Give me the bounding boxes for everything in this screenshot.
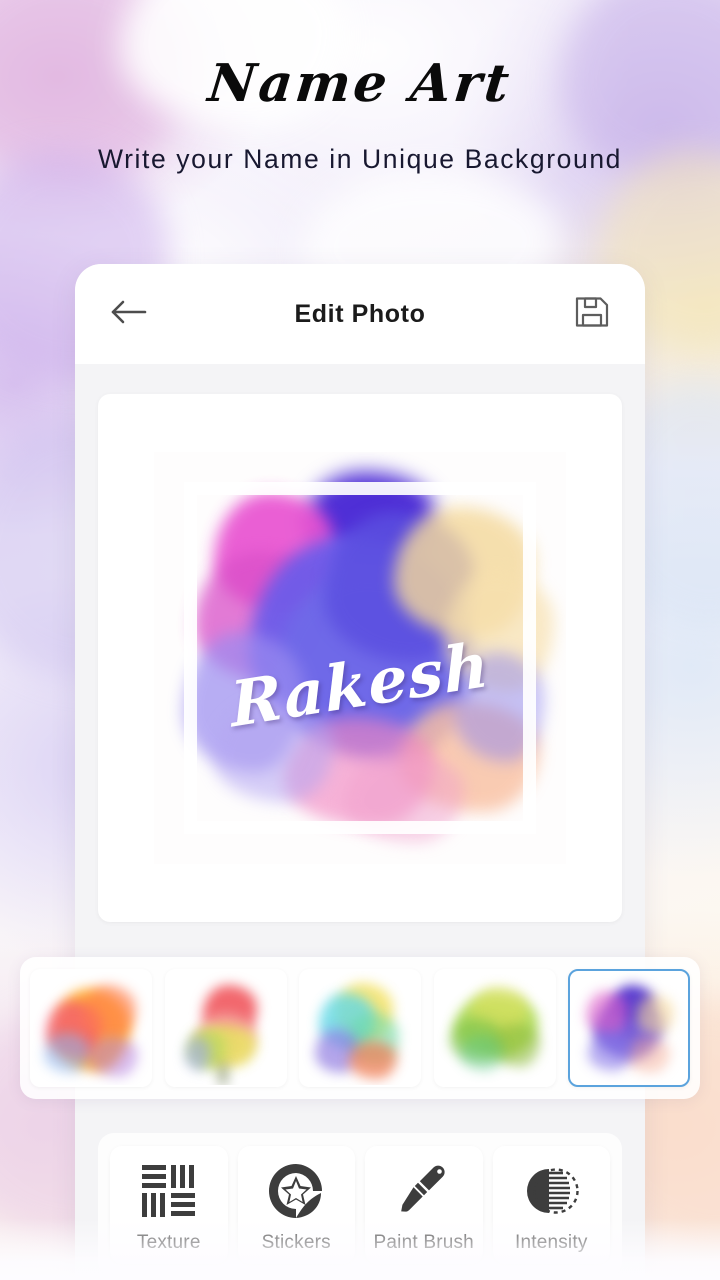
app-root: Name Art Write your Name in Unique Backg… bbox=[0, 0, 720, 1280]
app-header: Edit Photo bbox=[75, 264, 645, 364]
artwork-preview[interactable]: Rakesh bbox=[154, 452, 566, 864]
bottom-toolbar[interactable]: Texture Stickers Paint Brush Intensity bbox=[98, 1133, 622, 1277]
background-thumb-1[interactable] bbox=[30, 969, 152, 1087]
tool-label-stickers: Stickers bbox=[261, 1232, 331, 1253]
contrast-intensity-icon bbox=[520, 1160, 582, 1222]
background-thumb-4[interactable] bbox=[433, 969, 556, 1087]
hero-section: Name Art Write your Name in Unique Backg… bbox=[0, 0, 720, 175]
texture-weave-icon bbox=[138, 1160, 200, 1222]
tool-intensity[interactable]: Intensity bbox=[492, 1146, 610, 1264]
sticker-star-icon bbox=[265, 1160, 327, 1222]
page-subtitle: Write your Name in Unique Background bbox=[97, 144, 623, 174]
tool-texture[interactable]: Texture bbox=[110, 1146, 228, 1264]
save-button[interactable] bbox=[569, 291, 615, 337]
tool-label-paint-brush: Paint Brush bbox=[373, 1232, 474, 1253]
tool-label-intensity: Intensity bbox=[514, 1232, 588, 1253]
background-thumb-5[interactable] bbox=[568, 969, 690, 1087]
page-title: Name Art bbox=[205, 53, 515, 114]
canvas-card[interactable]: Rakesh bbox=[98, 394, 622, 922]
paint-brush-icon bbox=[393, 1160, 455, 1222]
back-button[interactable] bbox=[105, 291, 151, 337]
arrow-left-icon bbox=[108, 298, 148, 331]
background-thumb-2[interactable] bbox=[164, 969, 287, 1087]
tool-stickers[interactable]: Stickers bbox=[237, 1146, 355, 1264]
phone-screen: Edit Photo Rakesh bbox=[75, 264, 645, 1280]
app-header-title: Edit Photo bbox=[294, 299, 426, 328]
tool-paint-brush[interactable]: Paint Brush bbox=[365, 1146, 483, 1264]
tool-label-texture: Texture bbox=[136, 1232, 201, 1253]
background-thumbnail-strip[interactable] bbox=[20, 957, 700, 1099]
background-thumb-3[interactable] bbox=[299, 969, 421, 1087]
floppy-save-icon bbox=[573, 293, 611, 336]
